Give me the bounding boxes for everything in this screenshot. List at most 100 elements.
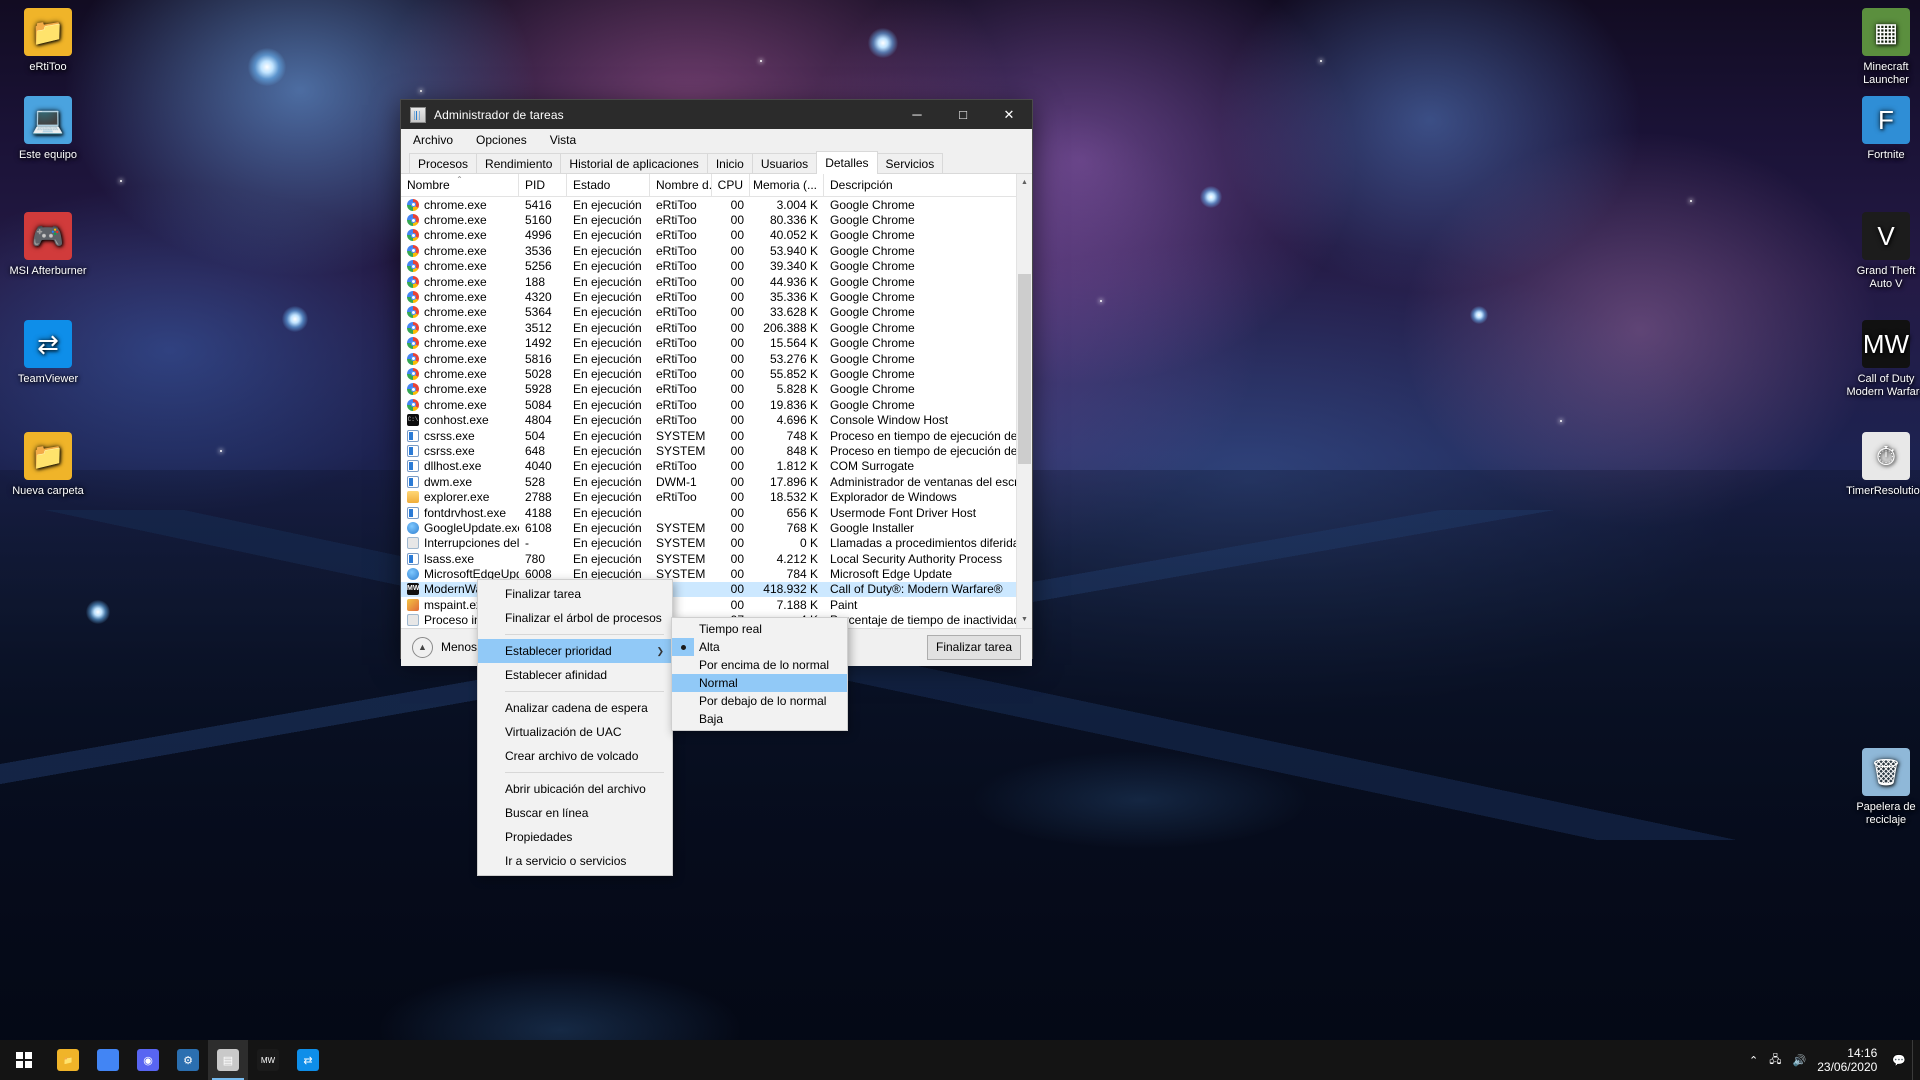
taskbar-app-discord[interactable]: ◉ xyxy=(128,1040,168,1080)
context-menu-item-ir-a-servicio-o-servicios[interactable]: Ir a servicio o servicios xyxy=(478,849,672,873)
taskbar-app-modern-warfare[interactable]: MW xyxy=(248,1040,288,1080)
context-menu-item-buscar-en-l-nea[interactable]: Buscar en línea xyxy=(478,801,672,825)
table-row[interactable]: csrss.exe 504 En ejecución SYSTEM 00 748 K Pro… xyxy=(401,428,1032,443)
clock[interactable]: 14:16 23/06/2020 xyxy=(1817,1046,1881,1074)
desktop-icon-papelera-de-reciclaje[interactable]: 🗑 Papelera de reciclaje xyxy=(1846,748,1920,827)
tab-usuarios[interactable]: Usuarios xyxy=(751,153,818,173)
scrollbar-thumb[interactable] xyxy=(1018,274,1031,464)
priority-option-por-encima-de-lo-normal[interactable]: Por encima de lo normal xyxy=(672,656,847,674)
tab-detalles[interactable]: Detalles xyxy=(816,151,878,174)
scroll-down-arrow[interactable]: ▼ xyxy=(1017,611,1032,628)
table-row[interactable]: dllhost.exe 4040 En ejecución eRtiToo 00 1.81… xyxy=(401,459,1032,474)
table-row[interactable]: lsass.exe 780 En ejecución SYSTEM 00 4.212 K L… xyxy=(401,551,1032,566)
chevron-up-icon[interactable]: ⌃ xyxy=(1749,1054,1758,1067)
table-row[interactable]: chrome.exe 1492 En ejecución eRtiToo 00 15.56… xyxy=(401,336,1032,351)
column-header-descripci-n[interactable]: Descripción xyxy=(824,174,1018,196)
taskbar-app-file-explorer[interactable]: 📁 xyxy=(48,1040,88,1080)
desktop-icon-timerresolution[interactable]: ⏱ TimerResolution xyxy=(1846,432,1920,498)
taskbar-app-teamviewer[interactable]: ⇄ xyxy=(288,1040,328,1080)
table-row[interactable]: dwm.exe 528 En ejecución DWM-1 00 17.896 K Adm… xyxy=(401,474,1032,489)
table-row[interactable]: csrss.exe 648 En ejecución SYSTEM 00 848 K Pro… xyxy=(401,443,1032,458)
desktop-icon-grand-theft-auto-v[interactable]: V Grand Theft Auto V xyxy=(1846,212,1920,291)
taskbar[interactable]: 📁 ◉ ⚙ ▤ MW ⇄ ⌃ 🖧 🔊 14:16 23/06/2020 💬 xyxy=(0,1040,1920,1080)
close-button[interactable]: ✕ xyxy=(986,100,1032,129)
menu-vista[interactable]: Vista xyxy=(547,132,579,148)
priority-submenu[interactable]: Tiempo real Alta Por encima de lo normal No… xyxy=(671,617,848,731)
table-row[interactable]: chrome.exe 3512 En ejecución eRtiToo 00 206.3… xyxy=(401,320,1032,335)
priority-option-normal[interactable]: Normal xyxy=(672,674,847,692)
vertical-scrollbar[interactable]: ▲ ▼ xyxy=(1016,174,1032,628)
context-menu-item-establecer-prioridad[interactable]: Establecer prioridad ❯ xyxy=(478,639,672,663)
column-header-cpu[interactable]: CPU xyxy=(712,174,750,196)
context-menu-item-finalizar-el-rbol-de-procesos[interactable]: Finalizar el árbol de procesos xyxy=(478,606,672,630)
desktop-icon-este-equipo[interactable]: 💻 Este equipo xyxy=(8,96,88,162)
context-menu-item-crear-archivo-de-volcado[interactable]: Crear archivo de volcado xyxy=(478,744,672,768)
process-list[interactable]: chrome.exe 5416 En ejecución eRtiToo 00 3.004… xyxy=(401,197,1032,628)
table-row[interactable]: chrome.exe 5816 En ejecución eRtiToo 00 53.27… xyxy=(401,351,1032,366)
priority-option-por-debajo-de-lo-normal[interactable]: Por debajo de lo normal xyxy=(672,692,847,710)
maximize-button[interactable]: □ xyxy=(940,100,986,129)
windows-start-icon[interactable] xyxy=(0,1040,48,1080)
context-menu-item-virtualizaci-n-de-uac[interactable]: Virtualización de UAC xyxy=(478,720,672,744)
tab-servicios[interactable]: Servicios xyxy=(876,153,944,173)
volume-icon[interactable]: 🔊 xyxy=(1793,1054,1807,1067)
tab-procesos[interactable]: Procesos xyxy=(409,153,478,173)
priority-option-alta[interactable]: Alta xyxy=(672,638,847,656)
table-row[interactable]: fontdrvhost.exe 4188 En ejecución 00 656 K Us… xyxy=(401,505,1032,520)
desktop-icon-call-of-duty-modern-warfare[interactable]: MW Call of Duty Modern Warfare xyxy=(1846,320,1920,399)
desktop-icon-minecraft-launcher[interactable]: ▦ Minecraft Launcher xyxy=(1846,8,1920,87)
menu-opciones[interactable]: Opciones xyxy=(473,132,530,148)
column-header-estado[interactable]: Estado xyxy=(567,174,650,196)
taskbar-app-google-chrome[interactable] xyxy=(88,1040,128,1080)
task-manager-window[interactable]: Administrador de tareas ─ □ ✕ Archivo Op… xyxy=(400,99,1033,666)
tab-rendimiento[interactable]: Rendimiento xyxy=(476,153,562,173)
desktop-icon-fortnite[interactable]: F Fortnite xyxy=(1846,96,1920,162)
table-row[interactable]: chrome.exe 5364 En ejecución eRtiToo 00 33.62… xyxy=(401,305,1032,320)
table-row[interactable]: chrome.exe 5160 En ejecución eRtiToo 00 80.33… xyxy=(401,212,1032,227)
column-header-nombre-d[interactable]: Nombre d... xyxy=(650,174,712,196)
context-menu-item-abrir-ubicaci-n-del-archivo[interactable]: Abrir ubicación del archivo xyxy=(478,777,672,801)
column-header-pid[interactable]: PID xyxy=(519,174,567,196)
context-menu-item-establecer-afinidad[interactable]: Establecer afinidad xyxy=(478,663,672,687)
network-icon[interactable]: 🖧 xyxy=(1769,1051,1781,1070)
end-task-button[interactable]: Finalizar tarea xyxy=(927,634,1021,660)
table-row[interactable]: Interrupciones del si...- En ejecución SYS… xyxy=(401,536,1032,551)
table-row[interactable]: explorer.exe 2788 En ejecución eRtiToo 00 18.… xyxy=(401,489,1032,504)
priority-option-tiempo-real[interactable]: Tiempo real xyxy=(672,620,847,638)
desktop-icon-ertitoo[interactable]: 📁 eRtiToo xyxy=(8,8,88,74)
table-row[interactable]: chrome.exe 4320 En ejecución eRtiToo 00 35.33… xyxy=(401,289,1032,304)
table-row[interactable]: chrome.exe 188 En ejecución eRtiToo 00 44.936… xyxy=(401,274,1032,289)
show-desktop-button[interactable] xyxy=(1912,1040,1920,1080)
process-context-menu[interactable]: Finalizar tarea Finalizar el árbol de pro… xyxy=(477,579,673,876)
scroll-up-arrow[interactable]: ▲ xyxy=(1017,174,1032,190)
table-row[interactable]: chrome.exe 5256 En ejecución eRtiToo 00 39.34… xyxy=(401,259,1032,274)
title-bar[interactable]: Administrador de tareas ─ □ ✕ xyxy=(401,100,1032,129)
desktop-icon-nueva-carpeta[interactable]: 📁 Nueva carpeta xyxy=(8,432,88,498)
column-header-nombre[interactable]: Nombre ⌃ xyxy=(401,174,519,196)
cell-cpu: 00 xyxy=(730,597,744,612)
cell-user-name: eRtiToo xyxy=(656,243,697,258)
tab-historial-de-aplicaciones[interactable]: Historial de aplicaciones xyxy=(560,153,708,173)
table-row[interactable]: chrome.exe 4996 En ejecución eRtiToo 00 40.05… xyxy=(401,228,1032,243)
tab-inicio[interactable]: Inicio xyxy=(706,153,753,173)
table-row[interactable]: chrome.exe 5416 En ejecución eRtiToo 00 3.004… xyxy=(401,197,1032,212)
table-row[interactable]: chrome.exe 5928 En ejecución eRtiToo 00 5.828… xyxy=(401,382,1032,397)
context-menu-item-finalizar-tarea[interactable]: Finalizar tarea xyxy=(478,582,672,606)
desktop-icon-teamviewer[interactable]: ⇄ TeamViewer xyxy=(8,320,88,386)
menu-archivo[interactable]: Archivo xyxy=(410,132,456,148)
table-row[interactable]: chrome.exe 5084 En ejecución eRtiToo 00 19.83… xyxy=(401,397,1032,412)
table-row[interactable]: C:\ conhost.exe 4804 En ejecución eRtiToo 00 4… xyxy=(401,412,1032,427)
taskbar-app-task-manager[interactable]: ▤ xyxy=(208,1040,248,1080)
taskbar-app-msi-afterburner[interactable]: ⚙ xyxy=(168,1040,208,1080)
desktop-icon-msi-afterburner[interactable]: 🎮 MSI Afterburner xyxy=(8,212,88,278)
minimize-button[interactable]: ─ xyxy=(894,100,940,129)
priority-option-baja[interactable]: Baja xyxy=(672,710,847,728)
table-row[interactable]: chrome.exe 5028 En ejecución eRtiToo 00 55.85… xyxy=(401,366,1032,381)
context-menu-item-analizar-cadena-de-espera[interactable]: Analizar cadena de espera xyxy=(478,696,672,720)
context-menu-item-propiedades[interactable]: Propiedades xyxy=(478,825,672,849)
table-row[interactable]: GoogleUpdate.exe 6108 En ejecución SYSTEM 00… xyxy=(401,520,1032,535)
table-row[interactable]: chrome.exe 3536 En ejecución eRtiToo 00 53.94… xyxy=(401,243,1032,258)
cell-description: Google Chrome xyxy=(830,259,915,274)
column-header-memoria[interactable]: Memoria (... xyxy=(750,174,824,196)
notifications-icon[interactable]: 💬 xyxy=(1892,1054,1906,1067)
